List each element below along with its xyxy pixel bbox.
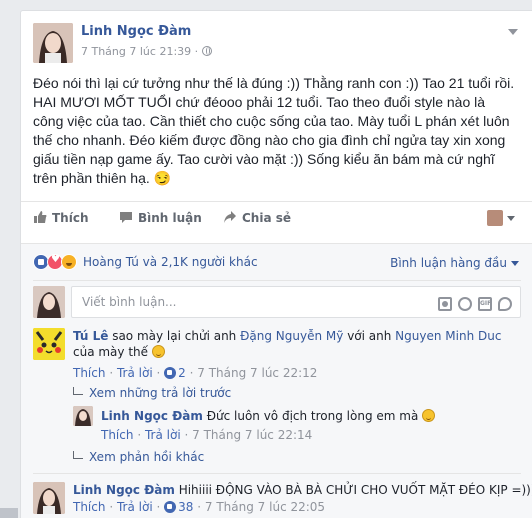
page-avatar-mini: [487, 210, 503, 226]
reactions-names[interactable]: Hoàng Tú và 2,1K người khác: [83, 255, 258, 269]
comment-input-placeholder: Viết bình luận...: [82, 295, 177, 309]
replier-avatar[interactable]: [73, 406, 93, 426]
comment-text-part: với anh: [347, 329, 392, 343]
author-avatar[interactable]: [33, 23, 73, 63]
meta-separator: ·: [156, 500, 161, 514]
meta-separator: ·: [197, 500, 202, 514]
like-count-icon: [164, 501, 177, 513]
share-button-label: Chia sẻ: [242, 211, 292, 225]
comment-input[interactable]: Viết bình luận... GIF: [71, 286, 521, 318]
reply-arrow-icon: [73, 451, 83, 459]
comment-text: Hihiiii ĐỘNG VÀO BÀ BÀ CHỬI CHO VUỐT MẶT…: [178, 483, 532, 497]
chevron-down-icon: [507, 215, 515, 221]
comment-time[interactable]: 7 Tháng 7 lúc 22:05: [205, 500, 325, 514]
view-more-replies-label: Xem phản hồi khác: [89, 450, 205, 464]
reactions-summary[interactable]: Hoàng Tú và 2,1K người khác: [33, 254, 258, 270]
comment-body: Tú Lê sao mày lại chửi anh Đặng Nguyễn M…: [73, 328, 513, 360]
camera-icon[interactable]: [438, 296, 452, 311]
comment-button[interactable]: Bình luận: [119, 210, 202, 225]
replier-name[interactable]: Linh Ngọc Đàm: [101, 409, 203, 423]
post-text: Đéo nói thì lại cứ tưởng như thế là đúng…: [33, 75, 515, 186]
comment-meta: Thích · Trả lời · 2 · 7 Tháng 7 lúc 22:1…: [73, 366, 317, 380]
commenter-avatar[interactable]: [33, 482, 65, 514]
page-background-strip: [0, 0, 20, 518]
comment-item: Tú Lê sao mày lại chửi anh Đặng Nguyễn M…: [33, 328, 521, 388]
gif-icon[interactable]: GIF: [478, 296, 492, 311]
tagged-user[interactable]: Nguyen Minh Duc: [395, 329, 501, 343]
left-gutter-block: [0, 508, 18, 518]
view-previous-replies[interactable]: Xem những trả lời trước: [73, 386, 231, 400]
reply-item: Linh Ngọc Đàm Đức luôn vô địch trong lòn…: [73, 406, 521, 446]
composer-icons: GIF: [432, 296, 512, 311]
reply-body: Linh Ngọc Đàm Đức luôn vô địch trong lòn…: [101, 408, 511, 424]
share-arrow-icon: [224, 211, 236, 223]
commenter-avatar[interactable]: [33, 328, 65, 360]
emoji-icon[interactable]: [458, 296, 472, 311]
reply-text: Đức luôn vô địch trong lòng em mà: [206, 409, 419, 423]
comment-sort-dropdown[interactable]: Bình luận hàng đầu: [390, 256, 519, 270]
view-more-replies[interactable]: Xem phản hồi khác: [73, 450, 204, 464]
slight-smile-emoji-icon: [151, 345, 165, 358]
sticker-icon[interactable]: [498, 296, 512, 311]
post-options-chevron-icon[interactable]: [508, 29, 518, 35]
comment-reply-link[interactable]: Trả lời: [117, 500, 153, 514]
post-as-selector[interactable]: [487, 210, 515, 226]
chevron-down-icon: [511, 261, 519, 266]
like-button-label: Thích: [52, 211, 89, 225]
view-previous-replies-label: Xem những trả lời trước: [89, 386, 232, 400]
comment-meta: Thích · Trả lời · 38 · 7 Tháng 7 lúc 22:…: [73, 500, 325, 514]
post-author-name[interactable]: Linh Ngọc Đàm: [81, 24, 191, 39]
meta-separator: ·: [109, 500, 114, 514]
comment-sort-label: Bình luận hàng đầu: [390, 256, 507, 270]
post-action-bar: Thích Bình luận Chia sẻ: [21, 201, 532, 233]
reply-time[interactable]: 7 Tháng 7 lúc 22:14: [192, 428, 312, 442]
like-count-icon: [164, 367, 177, 379]
comment-composer: Viết bình luận... GIF: [33, 286, 521, 318]
divider: [33, 280, 521, 281]
comment-like-link[interactable]: Thích: [73, 366, 105, 380]
meta-separator: ·: [137, 428, 142, 442]
reply-reply-link[interactable]: Trả lời: [145, 428, 181, 442]
reply-like-link[interactable]: Thích: [101, 428, 133, 442]
reply-meta: Thích · Trả lời · 7 Tháng 7 lúc 22:14: [101, 428, 312, 442]
meta-separator: ·: [109, 366, 114, 380]
post-timestamp[interactable]: 7 Tháng 7 lúc 21:39 ·: [81, 45, 213, 58]
thumbs-up-icon: [34, 211, 47, 223]
comment-text-part: của mày thế: [73, 345, 149, 359]
post-card: Linh Ngọc Đàm 7 Tháng 7 lúc 21:39 · Đéo …: [20, 10, 532, 518]
commenter-name[interactable]: Linh Ngọc Đàm: [73, 483, 175, 497]
meta-separator: ·: [189, 366, 194, 380]
globe-icon: [202, 46, 213, 56]
comments-section: Hoàng Tú và 2,1K người khác Bình luận hà…: [21, 243, 532, 518]
comment-body: Linh Ngọc Đàm Hihiiii ĐỘNG VÀO BÀ BÀ CHỬ…: [73, 482, 532, 498]
comment-reply-link[interactable]: Trả lời: [117, 366, 153, 380]
comment-time[interactable]: 7 Tháng 7 lúc 22:12: [197, 366, 317, 380]
commenter-name[interactable]: Tú Lê: [73, 329, 108, 343]
reply-arrow-icon: [73, 387, 83, 395]
meta-separator: ·: [184, 428, 189, 442]
meta-separator: ·: [156, 366, 161, 380]
comment-like-link[interactable]: Thích: [73, 500, 105, 514]
slight-smile-emoji-icon: [422, 409, 436, 422]
comment-item: Linh Ngọc Đàm Hihiiii ĐỘNG VÀO BÀ BÀ CHỬ…: [33, 482, 532, 516]
comment-button-label: Bình luận: [138, 211, 202, 225]
tagged-user[interactable]: Đặng Nguyễn Mỹ: [240, 329, 343, 343]
like-button[interactable]: Thích: [33, 210, 89, 225]
haha-reaction-icon: [61, 254, 77, 270]
divider: [33, 473, 521, 474]
comment-like-count[interactable]: 2: [178, 366, 186, 380]
viewer-avatar[interactable]: [33, 286, 65, 318]
post-time-text[interactable]: 7 Tháng 7 lúc 21:39 ·: [81, 45, 198, 58]
comment-bubble-icon: [120, 212, 132, 223]
comment-like-count[interactable]: 38: [178, 500, 193, 514]
comment-text-part: sao mày lại chửi anh: [112, 329, 237, 343]
share-button[interactable]: Chia sẻ: [223, 210, 291, 225]
